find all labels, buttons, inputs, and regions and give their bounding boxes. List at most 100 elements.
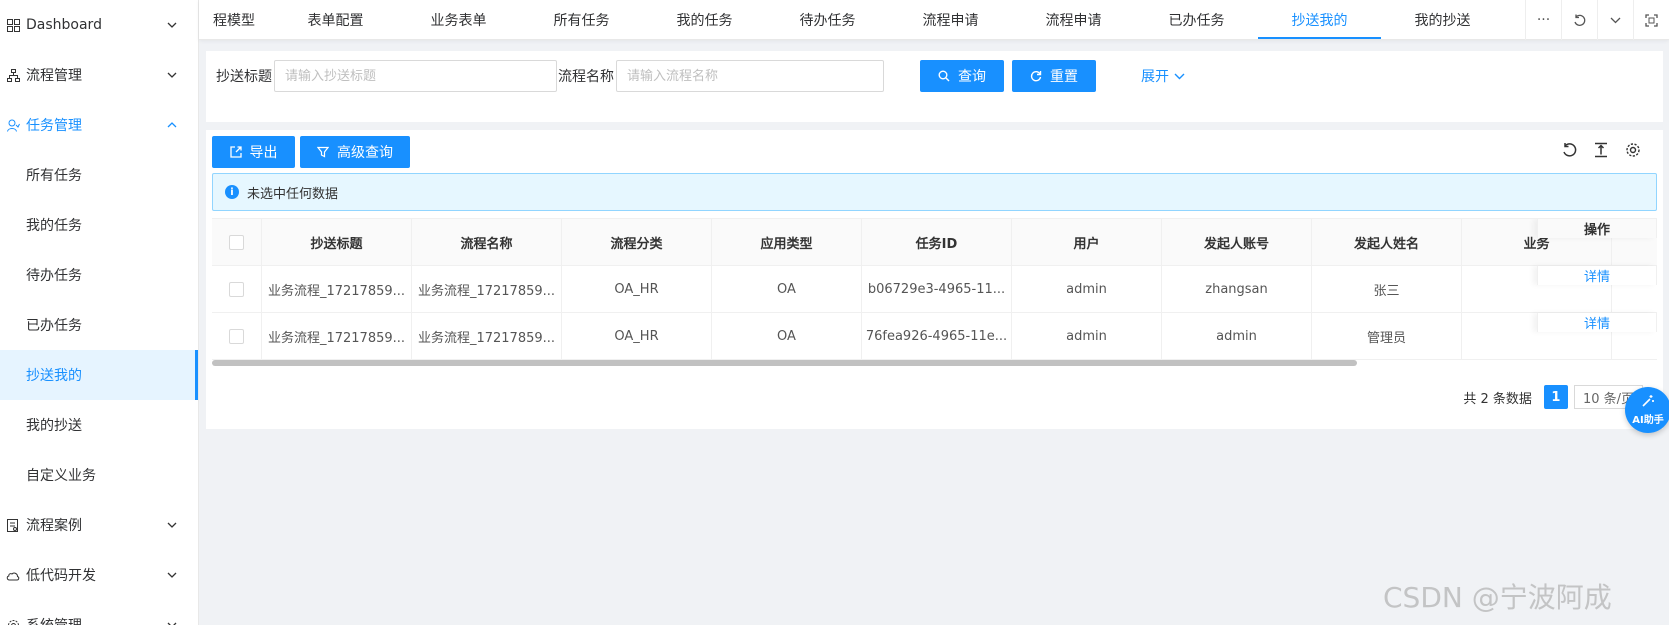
more-tabs-button[interactable]: ··· bbox=[1525, 0, 1561, 40]
select-all-checkbox[interactable] bbox=[229, 234, 244, 250]
cc-title-field: 抄送标题 bbox=[216, 60, 557, 92]
sidebar-item-system[interactable]: 系统管理 bbox=[0, 600, 198, 625]
cell-actions: 详情 bbox=[1537, 313, 1657, 332]
flow-name-input[interactable] bbox=[616, 60, 884, 92]
sidebar: Dashboard 流程管理 任务管理 所有任务 我的任务 待办任务 已办任务 … bbox=[0, 0, 199, 625]
chevron-down-icon bbox=[166, 619, 178, 625]
watermark: CSDN @宁波阿成 bbox=[1383, 581, 1612, 614]
query-button[interactable]: 查询 bbox=[920, 60, 1004, 92]
row-select-cell bbox=[212, 266, 262, 312]
col-header-initiator-name[interactable]: 发起人姓名 bbox=[1312, 219, 1462, 265]
refresh-icon[interactable] bbox=[1559, 140, 1579, 160]
table-row: 业务流程_17217859... 业务流程_17217859... OA_HR … bbox=[212, 313, 1657, 360]
table-tools bbox=[1559, 140, 1643, 160]
tab-business-form[interactable]: 业务表单 bbox=[397, 0, 520, 39]
flow-name-label: 流程名称 bbox=[558, 69, 614, 85]
col-header-app-type[interactable]: 应用类型 bbox=[712, 219, 862, 265]
sidebar-item-label: Dashboard bbox=[26, 17, 102, 33]
alert-text: 未选中任何数据 bbox=[247, 186, 339, 202]
sidebar-item-custom-business[interactable]: 自定义业务 bbox=[0, 450, 198, 500]
tab-todo-tasks[interactable]: 待办任务 bbox=[766, 0, 889, 39]
ai-assistant-label: AI助手 bbox=[1632, 415, 1664, 426]
tab-flow-apply-2[interactable]: 流程申请 bbox=[1012, 0, 1135, 39]
cell-cc-title: 业务流程_17217859... bbox=[262, 313, 412, 359]
refresh-icon[interactable] bbox=[1561, 0, 1597, 40]
cc-title-label: 抄送标题 bbox=[216, 69, 272, 85]
cell-flow-name: 业务流程_17217859... bbox=[412, 266, 562, 312]
chevron-up-icon bbox=[166, 119, 178, 131]
sidebar-item-todo-tasks[interactable]: 待办任务 bbox=[0, 250, 198, 300]
search-icon bbox=[938, 70, 950, 82]
sidebar-item-flow-cases[interactable]: 流程案例 bbox=[0, 500, 198, 550]
cell-actions: 详情 bbox=[1537, 266, 1657, 285]
user-task-icon bbox=[6, 118, 20, 132]
tab-all-tasks[interactable]: 所有任务 bbox=[520, 0, 643, 39]
cell-initiator-account: admin bbox=[1162, 313, 1312, 359]
flow-name-field: 流程名称 bbox=[558, 60, 884, 92]
detail-link[interactable]: 详情 bbox=[1584, 313, 1610, 332]
advanced-query-button-label: 高级查询 bbox=[337, 145, 393, 161]
row-checkbox[interactable] bbox=[229, 281, 244, 297]
tab-flow-model[interactable]: 程模型 bbox=[199, 0, 274, 39]
export-button[interactable]: 导出 bbox=[212, 136, 295, 168]
data-table: 抄送标题 流程名称 流程分类 应用类型 任务ID 用户 发起人账号 发起人姓名 … bbox=[212, 218, 1657, 370]
page-number-button[interactable]: 1 bbox=[1543, 385, 1568, 409]
sidebar-item-all-tasks[interactable]: 所有任务 bbox=[0, 150, 198, 200]
col-header-initiator-account[interactable]: 发起人账号 bbox=[1162, 219, 1312, 265]
select-all-cell bbox=[212, 219, 262, 265]
sidebar-item-done-tasks[interactable]: 已办任务 bbox=[0, 300, 198, 350]
tab-cc-to-me[interactable]: 抄送我的 bbox=[1258, 0, 1381, 39]
col-header-actions: 操作 bbox=[1537, 219, 1657, 238]
row-select-cell bbox=[212, 313, 262, 359]
tab-tools: ··· bbox=[1525, 0, 1669, 40]
fullscreen-icon[interactable] bbox=[1633, 0, 1669, 40]
cell-initiator-name: 管理员 bbox=[1312, 313, 1462, 359]
export-icon bbox=[229, 146, 242, 158]
column-height-icon[interactable] bbox=[1591, 140, 1611, 160]
expand-link[interactable]: 展开 bbox=[1141, 66, 1185, 86]
chevron-down-icon[interactable] bbox=[1597, 0, 1633, 40]
sidebar-item-label: 流程管理 bbox=[26, 68, 82, 84]
filter-icon bbox=[317, 146, 329, 158]
cc-title-input[interactable] bbox=[274, 60, 557, 92]
table-card: 导出 高级查询 i 未选中任何数据 抄送标题 流程名称 流程分类 应用类型 任务… bbox=[206, 130, 1663, 429]
reset-button[interactable]: 重置 bbox=[1012, 60, 1096, 92]
chevron-down-icon bbox=[166, 69, 178, 81]
cell-cc-title: 业务流程_17217859... bbox=[262, 266, 412, 312]
horizontal-scrollbar[interactable] bbox=[212, 360, 1357, 366]
tab-my-cc[interactable]: 我的抄送 bbox=[1381, 0, 1504, 39]
col-header-flow-category[interactable]: 流程分类 bbox=[562, 219, 712, 265]
grid-icon bbox=[6, 18, 20, 32]
col-header-flow-name[interactable]: 流程名称 bbox=[412, 219, 562, 265]
col-header-cc-title[interactable]: 抄送标题 bbox=[262, 219, 412, 265]
ai-assistant-button[interactable]: AI助手 bbox=[1625, 387, 1669, 433]
document-icon bbox=[6, 518, 20, 532]
cell-app-type: OA bbox=[712, 313, 862, 359]
cell-task-id: 76fea926-4965-11e... bbox=[862, 313, 1012, 359]
sidebar-item-dashboard[interactable]: Dashboard bbox=[0, 0, 198, 50]
tab-done-tasks[interactable]: 已办任务 bbox=[1135, 0, 1258, 39]
cell-initiator-account: zhangsan bbox=[1162, 266, 1312, 312]
row-checkbox[interactable] bbox=[229, 328, 244, 344]
sidebar-item-lowcode[interactable]: 低代码开发 bbox=[0, 550, 198, 600]
sidebar-item-task-management[interactable]: 任务管理 bbox=[0, 100, 198, 150]
cell-flow-category: OA_HR bbox=[562, 313, 712, 359]
settings-icon[interactable] bbox=[1623, 140, 1643, 160]
detail-link[interactable]: 详情 bbox=[1584, 266, 1610, 285]
sidebar-item-label: 低代码开发 bbox=[26, 568, 96, 584]
cell-flow-category: OA_HR bbox=[562, 266, 712, 312]
tab-form-config[interactable]: 表单配置 bbox=[274, 0, 397, 39]
expand-label: 展开 bbox=[1141, 69, 1169, 85]
sidebar-item-my-cc[interactable]: 我的抄送 bbox=[0, 400, 198, 450]
tab-my-tasks[interactable]: 我的任务 bbox=[643, 0, 766, 39]
sidebar-item-flow-management[interactable]: 流程管理 bbox=[0, 50, 198, 100]
col-header-user[interactable]: 用户 bbox=[1012, 219, 1162, 265]
search-form: 抄送标题 流程名称 查询 重置 展开 bbox=[206, 51, 1663, 122]
col-header-task-id[interactable]: 任务ID bbox=[862, 219, 1012, 265]
chevron-down-icon bbox=[166, 19, 178, 31]
sidebar-item-cc-to-me[interactable]: 抄送我的 bbox=[0, 350, 198, 400]
tab-flow-apply-1[interactable]: 流程申请 bbox=[889, 0, 1012, 39]
sidebar-item-my-tasks[interactable]: 我的任务 bbox=[0, 200, 198, 250]
tabs-bar: 程模型 表单配置 业务表单 所有任务 我的任务 待办任务 流程申请 流程申请 已… bbox=[199, 0, 1669, 40]
advanced-query-button[interactable]: 高级查询 bbox=[300, 136, 410, 168]
